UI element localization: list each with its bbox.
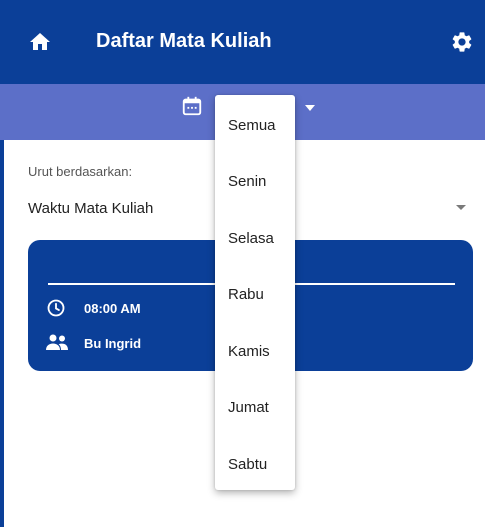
sort-select[interactable]: Waktu Mata Kuliah [28,200,153,217]
course-lecturer: Bu Ingrid [84,336,142,351]
page-title: Daftar Mata Kuliah [96,30,272,52]
sort-label: Urut berdasarkan: [28,164,133,179]
home-icon[interactable] [28,30,52,54]
menu-item-semua[interactable]: Semua [215,106,295,146]
left-edge-accent [0,140,4,527]
menu-item-selasa[interactable]: Selasa [215,219,295,259]
gear-icon[interactable] [450,30,474,54]
screen: Daftar Mata Kuliah Urut berdasarkan: Wak… [0,0,485,527]
people-icon [46,334,68,350]
menu-item-senin[interactable]: Senin [215,162,295,202]
chevron-down-icon[interactable] [305,105,315,111]
app-bar: Daftar Mata Kuliah [0,0,485,84]
sort-dropdown-arrow-icon[interactable] [456,205,466,210]
menu-item-rabu[interactable]: Rabu [215,275,295,315]
day-dropdown-menu: Semua Senin Selasa Rabu Kamis Jumat Sabt… [215,95,295,490]
menu-item-sabtu[interactable]: Sabtu [215,445,295,485]
calendar-icon [182,96,202,116]
course-time: 08:00 AM [84,301,141,316]
menu-item-kamis[interactable]: Kamis [215,332,295,372]
menu-item-jumat[interactable]: Jumat [215,388,295,428]
clock-icon [47,299,65,317]
